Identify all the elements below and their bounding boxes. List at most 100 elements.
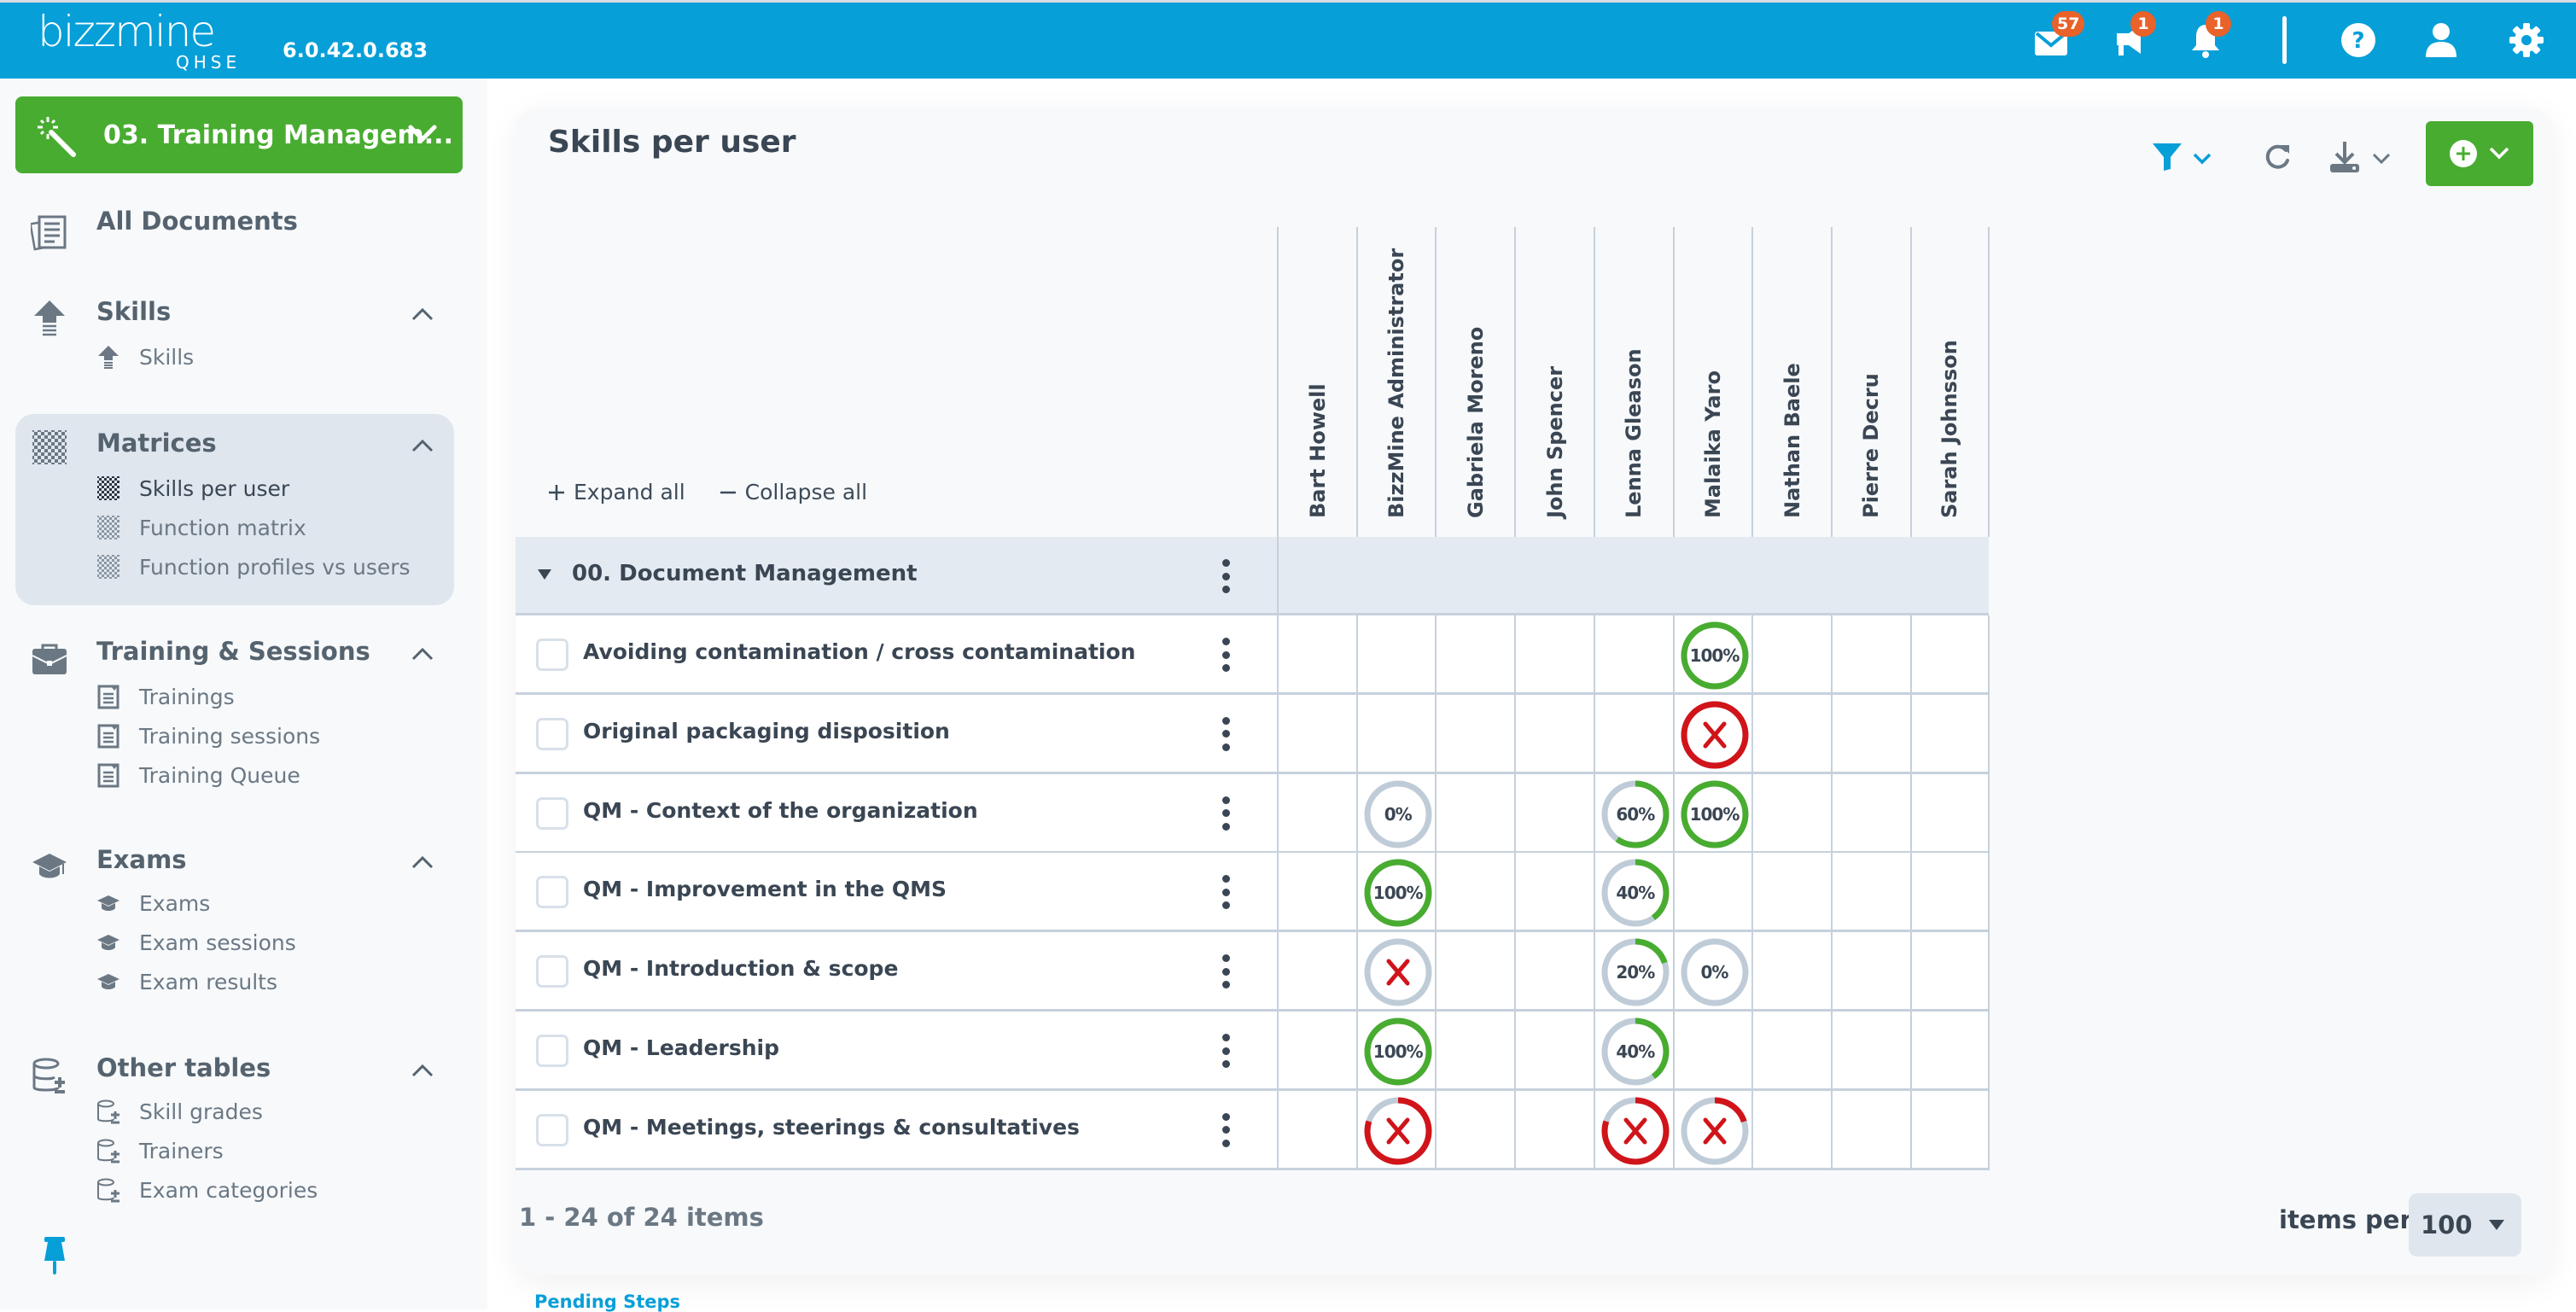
progress-ring[interactable]: 40% [1600,1016,1671,1088]
matrix-cell[interactable] [1672,694,1752,774]
announcements-button[interactable]: 1 [2108,11,2156,62]
matrix-cell[interactable]: 40% [1593,1012,1673,1091]
skill-name[interactable]: QM - Improvement in the QMS [583,877,947,901]
nav-item-exam-results[interactable]: Exam results [96,965,277,999]
row-checkbox[interactable] [536,796,568,830]
failed-progress-ring[interactable] [1362,936,1434,1008]
row-more-menu-icon[interactable] [1221,1112,1231,1147]
inbox-button[interactable]: 57 [2030,11,2085,62]
collapse-all-button[interactable]: Collapse all [720,480,867,504]
matrix-cell[interactable]: 100% [1672,773,1752,854]
user-column-header[interactable]: Pierre Decru [1830,227,1910,537]
failed-progress-ring[interactable] [1679,1095,1751,1167]
user-column-header[interactable]: Lenna Gleason [1593,227,1673,537]
nav-item-training-sessions[interactable]: Training sessions [96,719,320,753]
row-more-menu-icon[interactable] [1221,796,1231,831]
progress-ring[interactable]: 0% [1679,936,1751,1008]
skill-name[interactable]: Avoiding contamination / cross contamina… [583,639,1135,664]
chevron-up-icon[interactable] [410,645,435,662]
nav-matrices-heading[interactable]: Matrices [96,429,217,458]
user-column-header[interactable]: John Spencer [1514,227,1594,537]
chevron-up-icon[interactable] [410,854,435,871]
progress-ring[interactable]: 0% [1362,778,1434,850]
filter-button[interactable] [2146,137,2223,179]
bizzmine-logo[interactable]: bizzmine QHSE [38,9,236,73]
progress-ring[interactable]: 100% [1679,620,1751,691]
matrix-cell[interactable]: 0% [1672,932,1752,1012]
nav-item-function-matrix[interactable]: Function matrix [96,510,306,545]
nav-item-function-profiles-vs-users[interactable]: Function profiles vs users [96,550,411,584]
matrix-cell[interactable] [1672,1090,1752,1170]
matrix-cell[interactable] [1355,932,1436,1012]
user-column-header[interactable]: Sarah Johnsson [1909,227,1990,537]
failed-progress-ring[interactable] [1362,1095,1434,1167]
row-checkbox[interactable] [536,639,568,671]
skill-name[interactable]: QM - Leadership [583,1035,779,1060]
add-button[interactable] [2426,121,2533,186]
nav-item-skills[interactable]: Skills [96,340,194,374]
matrix-cell[interactable]: 100% [1672,615,1752,695]
progress-ring[interactable]: 100% [1362,857,1434,929]
row-more-menu-icon[interactable] [1221,954,1231,989]
row-more-menu-icon[interactable] [1221,1034,1231,1068]
nav-training-heading[interactable]: Training & Sessions [96,637,370,666]
nav-item-exam-sessions[interactable]: Exam sessions [96,925,296,959]
row-more-menu-icon[interactable] [1221,638,1231,672]
pin-sidebar-icon[interactable] [38,1235,72,1276]
row-checkbox[interactable] [536,876,568,909]
nav-other-tables-heading[interactable]: Other tables [96,1053,271,1082]
help-button[interactable]: ? [2336,18,2381,62]
matrix-cell[interactable]: 60% [1593,773,1673,854]
chevron-up-icon[interactable] [410,437,435,454]
progress-ring[interactable]: 60% [1600,778,1671,850]
failed-progress-ring[interactable] [1679,699,1751,771]
settings-button[interactable] [2504,18,2549,62]
pending-steps-link[interactable]: Pending Steps [534,1292,680,1312]
skill-name[interactable]: QM - Meetings, steerings & consultatives [583,1115,1080,1140]
nav-item-skill-grades[interactable]: Skill grades [96,1094,263,1128]
progress-ring[interactable]: 20% [1600,936,1671,1008]
collapse-triangle-icon[interactable] [538,569,551,580]
row-checkbox[interactable] [536,1113,568,1146]
nav-item-exams[interactable]: Exams [96,886,210,920]
row-more-menu-icon[interactable] [1221,716,1231,751]
matrix-cell[interactable]: 100% [1355,853,1436,933]
expand-all-button[interactable]: Expand all [548,480,685,504]
matrix-cell[interactable] [1355,1090,1436,1170]
progress-ring[interactable]: 100% [1362,1016,1434,1088]
matrix-cell[interactable]: 100% [1355,1012,1436,1091]
nav-item-training-queue[interactable]: Training Queue [96,758,300,792]
skill-name[interactable]: QM - Context of the organization [583,798,978,823]
row-checkbox[interactable] [536,955,568,988]
chevron-up-icon[interactable] [410,1062,435,1079]
notifications-button[interactable]: 1 [2183,11,2231,62]
skill-name[interactable]: QM - Introduction & scope [583,956,898,981]
progress-ring[interactable]: 100% [1679,778,1751,850]
user-column-header[interactable]: Gabriela Moreno [1435,227,1514,537]
failed-progress-ring[interactable] [1600,1095,1671,1167]
matrix-cell[interactable]: 40% [1593,853,1673,933]
skill-name[interactable]: Original packaging disposition [583,719,950,743]
refresh-button[interactable] [2257,137,2299,179]
row-checkbox[interactable] [536,717,568,750]
chevron-up-icon[interactable] [410,306,435,323]
export-button[interactable] [2325,137,2402,179]
user-column-header[interactable]: BizzMine Administrator [1355,227,1436,537]
module-selector[interactable]: 03. Training Managem... [15,96,463,173]
nav-skills-heading[interactable]: Skills [96,297,171,326]
matrix-cell[interactable]: 0% [1355,773,1436,854]
items-per-page-select[interactable]: 100 [2409,1193,2521,1257]
nav-item-trainers[interactable]: Trainers [96,1134,224,1168]
user-profile-button[interactable] [2419,18,2463,62]
matrix-cell[interactable]: 20% [1593,932,1673,1012]
group-row[interactable]: 00. Document Management [516,537,1989,615]
nav-item-skills-per-user[interactable]: Skills per user [96,471,289,505]
progress-ring[interactable]: 40% [1600,857,1671,929]
user-column-header[interactable]: Malaika Yaro [1672,227,1752,537]
nav-exams-heading[interactable]: Exams [96,845,187,874]
row-more-menu-icon[interactable] [1221,875,1231,910]
row-checkbox[interactable] [536,1035,568,1067]
user-column-header[interactable]: Nathan Baele [1751,227,1831,537]
group-more-menu-icon[interactable] [1221,559,1231,593]
matrix-cell[interactable] [1593,1090,1673,1170]
